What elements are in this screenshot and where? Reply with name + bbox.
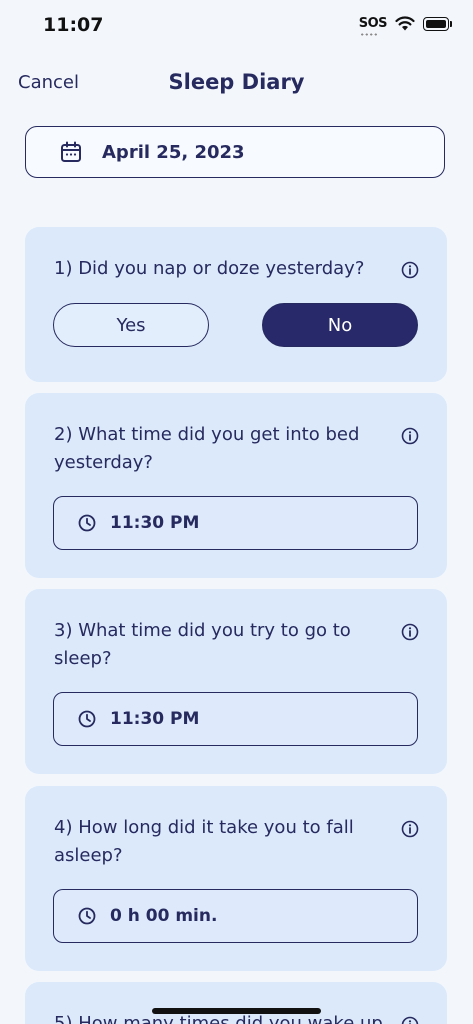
info-icon[interactable]: [401, 623, 419, 641]
time-value: 11:30 PM: [110, 513, 200, 533]
date-picker-field[interactable]: April 25, 2023: [25, 126, 445, 178]
home-indicator: [152, 1008, 321, 1014]
no-option-button[interactable]: No: [262, 303, 418, 347]
question-card-2: 2) What time did you get into bed yester…: [25, 393, 447, 578]
question-card-4: 4) How long did it take you to fall asle…: [25, 786, 447, 971]
sleep-latency-field[interactable]: 0 h 00 min.: [53, 889, 418, 943]
wifi-icon: [395, 16, 415, 31]
info-icon[interactable]: [401, 820, 419, 838]
info-icon[interactable]: [401, 261, 419, 279]
question-card-5: 5) How many times did you wake up: [25, 982, 447, 1024]
time-value: 11:30 PM: [110, 709, 200, 729]
question-card-1: 1) Did you nap or doze yesterday? Yes No: [25, 227, 447, 382]
time-value: 0 h 00 min.: [110, 906, 218, 926]
question-text: 1) Did you nap or doze yesterday?: [54, 258, 365, 279]
clock-icon: [78, 907, 96, 925]
sleep-attempt-time-field[interactable]: 11:30 PM: [53, 692, 418, 746]
status-bar: 11:07 SOS: [0, 0, 473, 52]
info-icon[interactable]: [401, 427, 419, 445]
clock-icon: [78, 514, 96, 532]
info-icon[interactable]: [401, 1016, 419, 1024]
yes-option-button[interactable]: Yes: [53, 303, 209, 347]
question-text: 2) What time did you get into bed yester…: [54, 424, 360, 473]
status-time: 11:07: [43, 14, 104, 36]
bed-time-field[interactable]: 11:30 PM: [53, 496, 418, 550]
clock-icon: [78, 710, 96, 728]
question-text: 3) What time did you try to go to sleep?: [54, 620, 351, 669]
question-card-3: 3) What time did you try to go to sleep?…: [25, 589, 447, 774]
battery-icon: [423, 16, 452, 31]
question-text: 4) How long did it take you to fall asle…: [54, 817, 354, 866]
sos-indicator: SOS: [358, 16, 388, 36]
status-icons: SOS: [358, 16, 452, 36]
nav-bar: Cancel Sleep Diary: [0, 62, 473, 106]
date-value: April 25, 2023: [102, 141, 245, 163]
page-title: Sleep Diary: [168, 70, 305, 94]
calendar-icon: [61, 141, 81, 162]
